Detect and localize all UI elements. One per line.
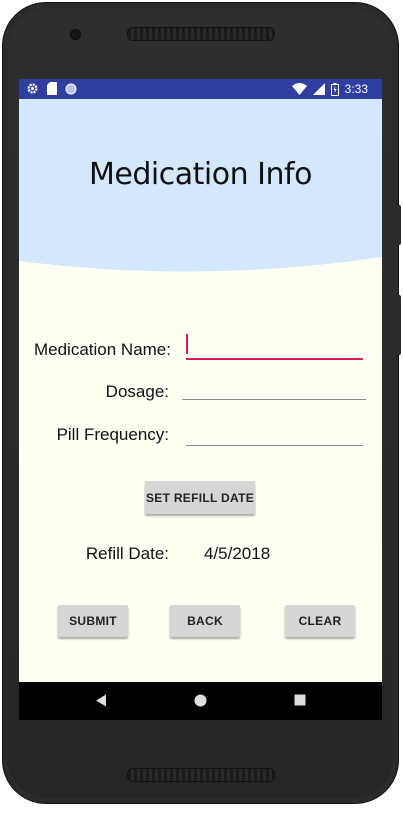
screen: 3:33 Medication Info Medication Name: Do…	[19, 79, 382, 720]
submit-button[interactable]: SUBMIT	[58, 605, 128, 637]
top-speaker	[127, 27, 275, 41]
battery-icon	[330, 82, 339, 96]
refill-date-value: 4/5/2018	[204, 544, 271, 563]
refill-date-label: Refill Date:	[85, 544, 169, 563]
clear-button[interactable]: CLEAR	[285, 605, 355, 637]
navigation-bar	[19, 682, 382, 720]
pill-frequency-label: Pill Frequency:	[56, 425, 169, 444]
medication-name-label: Medication Name:	[33, 340, 171, 359]
text-cursor	[186, 334, 188, 354]
page-title: Medication Info	[89, 157, 312, 192]
circle-icon	[65, 83, 77, 94]
home-icon[interactable]	[194, 694, 207, 707]
status-bar: 3:33	[19, 79, 382, 99]
gear-icon	[27, 83, 38, 94]
bottom-speaker	[127, 768, 275, 782]
wifi-icon	[291, 83, 307, 95]
medication-name-input[interactable]	[186, 334, 363, 360]
clock: 3:33	[344, 82, 368, 96]
pill-frequency-input[interactable]	[186, 425, 363, 446]
dosage-input[interactable]	[182, 379, 366, 400]
sd-card-icon	[47, 82, 57, 95]
front-camera	[70, 29, 81, 40]
signal-icon	[312, 83, 325, 95]
dosage-label: Dosage:	[105, 382, 169, 401]
back-icon[interactable]	[95, 694, 107, 707]
recents-icon[interactable]	[294, 694, 306, 706]
set-refill-date-button[interactable]: SET REFILL DATE	[145, 481, 255, 514]
power-button	[397, 295, 401, 355]
volume-button	[397, 205, 401, 245]
back-button[interactable]: BACK	[170, 605, 240, 637]
